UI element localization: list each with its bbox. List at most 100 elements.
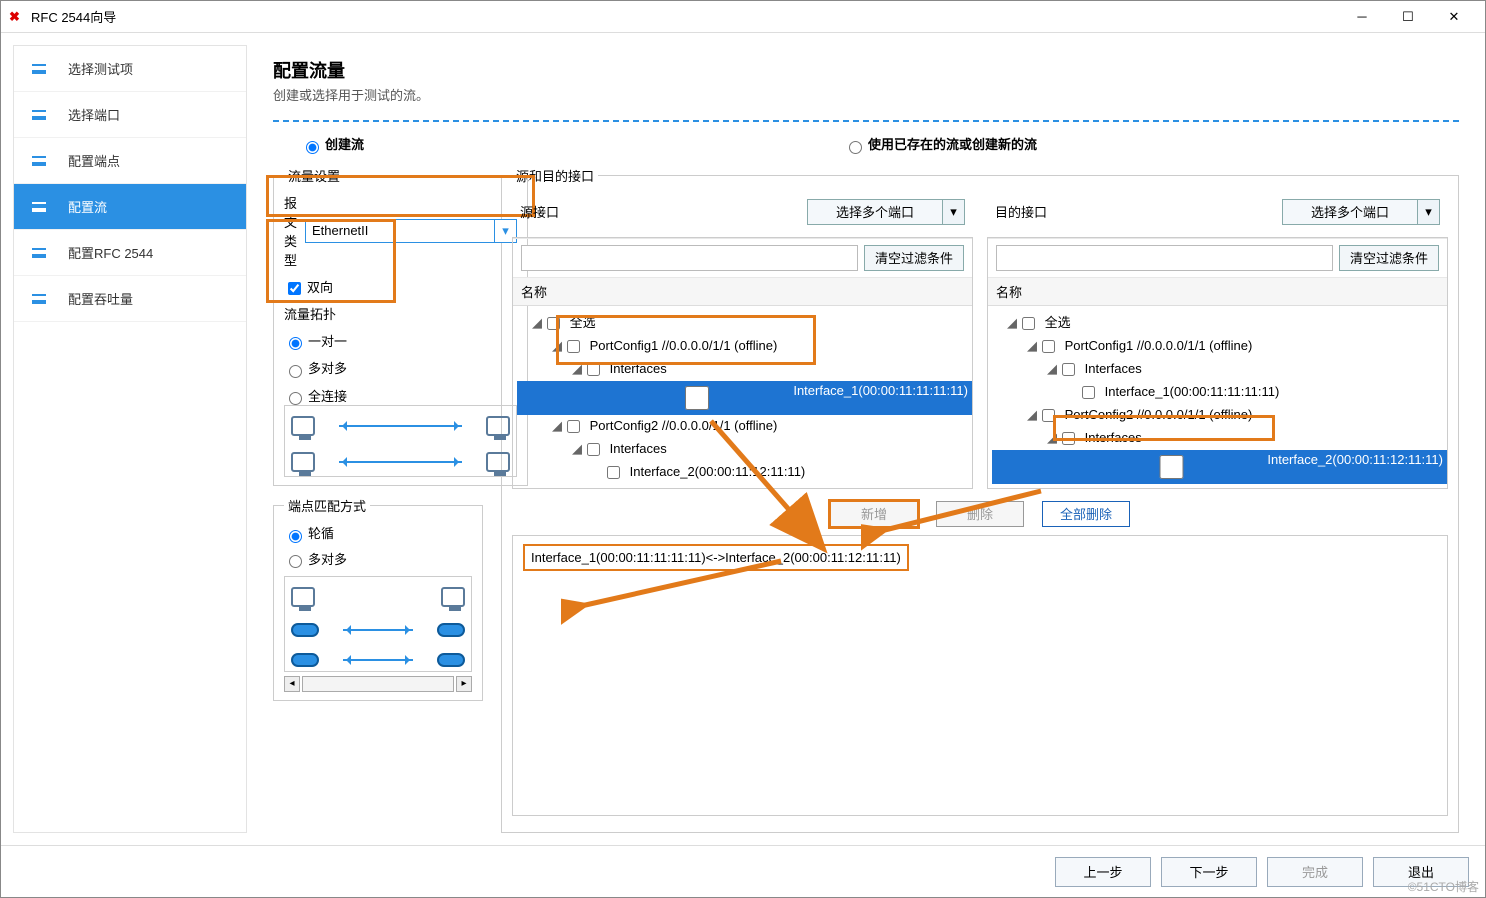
- add-button[interactable]: 新增: [830, 501, 918, 527]
- mode-existing[interactable]: 使用已存在的流或创建新的流: [844, 134, 1037, 154]
- maximize-button[interactable]: ☐: [1385, 2, 1431, 32]
- router-icon: [291, 653, 319, 667]
- tree-interfaces[interactable]: ◢ Interfaces: [517, 438, 972, 461]
- separator: [273, 120, 1459, 122]
- match-diagram: [284, 576, 472, 672]
- src-dst-interfaces: 源和目的接口 源接口 选择多个端口▾ 清空过滤条件: [501, 166, 1459, 833]
- device-icon: [486, 416, 510, 436]
- chevron-down-icon[interactable]: ▾: [1418, 199, 1440, 225]
- src-clear-filter[interactable]: 清空过滤条件: [864, 245, 964, 271]
- page-subtitle: 创建或选择用于测试的流。: [273, 85, 1459, 104]
- dst-panel: 清空过滤条件 名称 ◢ 全选 ◢ PortConfig1 //0.0.0.0/1…: [987, 237, 1448, 489]
- nav-config-endpoint[interactable]: 配置端点: [14, 138, 246, 184]
- tree-select-all[interactable]: ◢ 全选: [517, 310, 972, 335]
- remove-button[interactable]: 删除: [936, 501, 1024, 527]
- scroll-track[interactable]: [302, 676, 454, 692]
- src-multi-port[interactable]: 选择多个端口▾: [807, 199, 965, 225]
- frame-type-select[interactable]: [305, 219, 495, 243]
- src-tree[interactable]: ◢ 全选 ◢ PortConfig1 //0.0.0.0/1/1 (offlin…: [513, 306, 972, 488]
- watermark: ©51CTO博客: [1408, 878, 1479, 895]
- traffic-settings: 流量设置 报文类型 ▾ 双向 流量拓扑: [273, 166, 528, 487]
- app-window: ✖ RFC 2544向导 ─ ☐ ✕ 选择测试项 选择端口 配置端点 配置流 配…: [0, 0, 1486, 898]
- app-icon: ✖: [9, 9, 25, 25]
- dst-label: 目的接口: [995, 202, 1047, 221]
- window-title: RFC 2544向导: [31, 7, 1339, 26]
- src-tree-header: 名称: [513, 278, 972, 306]
- menu-icon: [32, 110, 46, 120]
- tree-select-all[interactable]: ◢ 全选: [992, 310, 1447, 335]
- action-bar: 新增 删除 全部删除: [512, 489, 1448, 537]
- nav-select-port[interactable]: 选择端口: [14, 92, 246, 138]
- endpoint-match: 端点匹配方式 轮循 多对多 ◂ ▸: [273, 496, 483, 701]
- close-button[interactable]: ✕: [1431, 2, 1477, 32]
- traffic-legend: 流量设置: [284, 166, 344, 185]
- arrow-bidir-icon: [343, 659, 413, 661]
- router-icon: [437, 623, 465, 637]
- topo-full-mesh[interactable]: 全连接: [284, 386, 517, 406]
- device-icon: [486, 452, 510, 472]
- menu-icon: [32, 156, 46, 166]
- src-label: 源接口: [520, 202, 559, 221]
- scroll-right-icon[interactable]: ▸: [456, 676, 472, 692]
- bidir-checkbox[interactable]: 双向: [284, 280, 333, 295]
- mode-row: 创建流 使用已存在的流或创建新的流: [273, 132, 1459, 166]
- router-icon: [437, 653, 465, 667]
- diagram-scrollbar[interactable]: ◂ ▸: [284, 676, 472, 692]
- match-many-to-many[interactable]: 多对多: [284, 549, 472, 569]
- left-column: 流量设置 报文类型 ▾ 双向 流量拓扑: [273, 166, 483, 833]
- prev-button[interactable]: 上一步: [1055, 857, 1151, 887]
- pair-item[interactable]: Interface_1(00:00:11:11:11:11)<->Interfa…: [523, 544, 909, 571]
- arrow-bidir-icon: [339, 425, 462, 427]
- tree-interface-1[interactable]: Interface_1(00:00:11:11:11:11): [517, 381, 972, 415]
- tree-port2[interactable]: ◢ PortConfig2 //0.0.0.0/1/1 (offline): [517, 415, 972, 438]
- scroll-left-icon[interactable]: ◂: [284, 676, 300, 692]
- tree-port2[interactable]: ◢ PortConfig2 //0.0.0.0/1/1 (offline): [992, 404, 1447, 427]
- dst-filter-input[interactable]: [996, 245, 1333, 271]
- topology-title: 流量拓扑: [284, 304, 517, 323]
- next-button[interactable]: 下一步: [1161, 857, 1257, 887]
- frame-type-label: 报文类型: [284, 193, 297, 269]
- chevron-down-icon[interactable]: ▾: [943, 199, 965, 225]
- tree-interface-1[interactable]: Interface_1(00:00:11:11:11:11): [992, 381, 1447, 404]
- nav-config-rfc2544[interactable]: 配置RFC 2544: [14, 230, 246, 276]
- router-icon: [291, 623, 319, 637]
- dst-tree-header: 名称: [988, 278, 1447, 306]
- tree-interfaces[interactable]: ◢ Interfaces: [517, 358, 972, 381]
- topology-diagram: [284, 405, 517, 477]
- page-title: 配置流量: [273, 57, 1459, 83]
- match-round-robin[interactable]: 轮循: [284, 523, 472, 543]
- menu-icon: [32, 248, 46, 258]
- arrow-bidir-icon: [343, 629, 413, 631]
- tree-interfaces[interactable]: ◢ Interfaces: [992, 427, 1447, 450]
- menu-icon: [32, 202, 46, 212]
- menu-icon: [32, 64, 46, 74]
- topo-one-to-one[interactable]: 一对一: [284, 331, 517, 351]
- nav-config-throughput[interactable]: 配置吞吐量: [14, 276, 246, 322]
- src-panel: 清空过滤条件 名称 ◢ 全选 ◢ PortConfig1 //0.0.0.0/1…: [512, 237, 973, 489]
- tree-interfaces[interactable]: ◢ Interfaces: [992, 358, 1447, 381]
- main-content: 配置流量 创建或选择用于测试的流。 创建流 使用已存在的流或创建新的流 流量设置…: [247, 45, 1473, 833]
- menu-icon: [32, 294, 46, 304]
- wizard-footer: 上一步 下一步 完成 退出: [1, 845, 1485, 897]
- dst-multi-port[interactable]: 选择多个端口▾: [1282, 199, 1440, 225]
- tree-port1[interactable]: ◢ PortConfig1 //0.0.0.0/1/1 (offline): [517, 335, 972, 358]
- pair-list[interactable]: Interface_1(00:00:11:11:11:11)<->Interfa…: [512, 535, 1448, 816]
- src-filter-input[interactable]: [521, 245, 858, 271]
- device-icon: [441, 587, 465, 607]
- tree-port1[interactable]: ◢ PortConfig1 //0.0.0.0/1/1 (offline): [992, 335, 1447, 358]
- title-bar: ✖ RFC 2544向导 ─ ☐ ✕: [1, 1, 1485, 33]
- nav-config-flow[interactable]: 配置流: [14, 184, 246, 230]
- endpoint-match-legend: 端点匹配方式: [284, 496, 370, 515]
- remove-all-button[interactable]: 全部删除: [1042, 501, 1130, 527]
- tree-interface-2[interactable]: Interface_2(00:00:11:12:11:11): [992, 450, 1447, 484]
- finish-button[interactable]: 完成: [1267, 857, 1363, 887]
- dst-clear-filter[interactable]: 清空过滤条件: [1339, 245, 1439, 271]
- minimize-button[interactable]: ─: [1339, 2, 1385, 32]
- mode-create[interactable]: 创建流: [301, 134, 364, 154]
- tree-interface-2[interactable]: Interface_2(00:00:11:12:11:11): [517, 461, 972, 484]
- dst-tree[interactable]: ◢ 全选 ◢ PortConfig1 //0.0.0.0/1/1 (offlin…: [988, 306, 1447, 488]
- arrow-bidir-icon: [339, 461, 462, 463]
- device-icon: [291, 416, 315, 436]
- nav-select-test[interactable]: 选择测试项: [14, 46, 246, 92]
- topo-many-to-many[interactable]: 多对多: [284, 358, 517, 378]
